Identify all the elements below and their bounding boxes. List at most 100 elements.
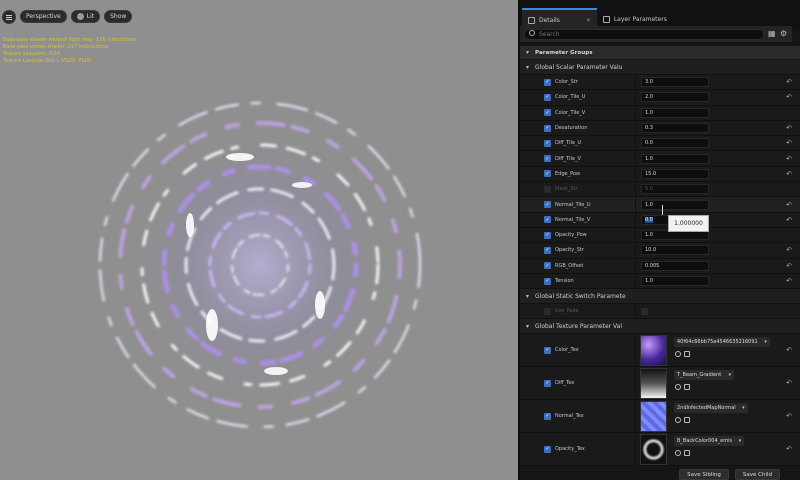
browse-icon[interactable] [684, 351, 690, 358]
browse-icon[interactable] [684, 384, 690, 391]
asset-picker-dropdown[interactable]: 2ndInfectedMapNormal [674, 403, 748, 414]
chevron-down-icon: ▾ [526, 292, 530, 300]
asset-picker-dropdown[interactable]: B_BackColor004_emis [674, 436, 745, 447]
reset-to-default-icon[interactable]: ↶ [786, 445, 792, 453]
asset-picker-dropdown[interactable]: 40f64c66bb75a4546635216091 [674, 337, 770, 348]
param-value-field[interactable]: 0.0 [641, 138, 709, 149]
asset-picker-dropdown[interactable]: T_Beam_Gradient [674, 370, 734, 381]
reset-to-default-icon[interactable]: ↶ [786, 216, 792, 224]
scalar-group-header[interactable]: ▾ Global Scalar Parameter Valu [520, 60, 800, 75]
reset-to-default-icon[interactable]: ↶ [786, 262, 792, 270]
gear-icon[interactable]: ⚙ [780, 30, 788, 38]
override-checkbox[interactable]: ✓ [544, 346, 551, 354]
browse-icon[interactable] [684, 450, 690, 457]
grid-view-icon[interactable]: ▦ [768, 30, 776, 38]
texture-thumbnail[interactable] [640, 335, 667, 367]
column-divider[interactable] [635, 166, 636, 182]
override-checkbox[interactable]: ✓ [544, 216, 551, 224]
column-divider[interactable] [635, 273, 636, 289]
override-checkbox[interactable]: ✓ [544, 93, 551, 101]
reset-to-default-icon[interactable]: ↶ [786, 246, 792, 254]
override-checkbox[interactable]: ✓ [544, 139, 551, 147]
override-checkbox[interactable]: ✓ [544, 124, 551, 132]
use-selected-icon[interactable] [675, 450, 681, 457]
column-divider[interactable] [635, 75, 636, 90]
save-sibling-button[interactable]: Save Sibling [679, 469, 729, 480]
reset-to-default-icon[interactable]: ↶ [786, 93, 792, 101]
column-divider[interactable] [635, 136, 636, 151]
lit-button[interactable]: Lit [70, 10, 101, 23]
switch-group-header[interactable]: ▾ Global Static Switch Paramete [520, 289, 800, 305]
search-input[interactable] [524, 28, 764, 40]
texture-thumbnail[interactable] [640, 401, 667, 433]
reset-to-default-icon[interactable]: ↶ [786, 277, 792, 285]
override-checkbox[interactable]: ✓ [544, 412, 551, 420]
param-value-field[interactable]: 1.0 [641, 107, 709, 118]
override-checkbox[interactable] [544, 185, 551, 193]
param-value-field[interactable]: 1.0 [641, 199, 709, 210]
param-value-field[interactable]: 3.0 [641, 77, 709, 88]
override-checkbox[interactable]: ✓ [544, 277, 551, 285]
column-divider[interactable] [635, 182, 636, 197]
param-value-field[interactable]: 1.0 [641, 153, 709, 164]
reset-to-default-icon[interactable]: ↶ [786, 201, 792, 209]
reset-to-default-icon[interactable]: ↶ [786, 78, 792, 86]
column-divider[interactable] [635, 212, 636, 227]
column-divider[interactable] [635, 90, 636, 105]
override-checkbox[interactable]: ✓ [544, 262, 551, 270]
perspective-button[interactable]: Perspective [20, 10, 67, 23]
shader-stats: Base pass shader without light map: 116 … [3, 37, 136, 65]
reset-to-default-icon[interactable]: ↶ [786, 170, 792, 178]
stat-line: Texture Lookups (Est.): VS(0), PS(8) [3, 58, 92, 64]
column-divider[interactable] [635, 197, 636, 212]
parameter-groups-header[interactable]: ▾ Parameter Groups [520, 46, 800, 60]
param-value-field[interactable]: 15.0 [641, 168, 709, 179]
column-divider[interactable] [635, 227, 636, 243]
switch-override-checkbox[interactable] [544, 307, 551, 315]
reset-to-default-icon[interactable]: ↶ [786, 124, 792, 132]
close-icon[interactable]: ✕ [586, 17, 591, 24]
reset-to-default-icon[interactable]: ↶ [786, 379, 792, 387]
override-checkbox[interactable]: ✓ [544, 170, 551, 178]
texture-thumbnail[interactable] [640, 368, 667, 400]
override-checkbox[interactable]: ✓ [544, 155, 551, 163]
param-value-field[interactable]: 1.0 [641, 276, 709, 286]
use-selected-icon[interactable] [675, 351, 681, 358]
reset-to-default-icon[interactable]: ↶ [786, 346, 792, 354]
use-selected-icon[interactable] [675, 384, 681, 391]
save-child-button[interactable]: Save Child [734, 469, 780, 480]
param-value-field[interactable]: 0.3 [641, 123, 709, 134]
viewport-menu-button[interactable] [2, 10, 16, 24]
column-divider[interactable] [635, 151, 636, 166]
override-checkbox[interactable]: ✓ [544, 201, 551, 209]
column-divider[interactable] [635, 258, 636, 273]
show-button[interactable]: Show [104, 10, 133, 23]
texture-group-header[interactable]: ▾ Global Texture Parameter Val [520, 319, 800, 335]
param-value-field[interactable]: 2.0 [641, 92, 709, 103]
reset-to-default-icon[interactable]: ↶ [786, 155, 792, 163]
override-checkbox[interactable]: ✓ [544, 379, 551, 387]
use-selected-icon[interactable] [675, 417, 681, 424]
column-divider[interactable] [635, 105, 636, 120]
viewport[interactable]: Perspective Lit Show Base pass shader wi… [0, 0, 518, 480]
column-divider[interactable] [635, 400, 636, 433]
override-checkbox[interactable]: ✓ [544, 445, 551, 453]
param-value-field[interactable]: 5.0 [641, 184, 709, 195]
reset-to-default-icon[interactable]: ↶ [786, 139, 792, 147]
column-divider[interactable] [635, 334, 636, 367]
param-value-field[interactable]: 0.005 [641, 260, 709, 271]
override-checkbox[interactable]: ✓ [544, 78, 551, 86]
override-checkbox[interactable]: ✓ [544, 246, 551, 254]
override-checkbox[interactable]: ✓ [544, 231, 551, 239]
param-value-field[interactable]: 10.0 [641, 245, 709, 256]
column-divider[interactable] [635, 304, 636, 319]
column-divider[interactable] [635, 433, 636, 466]
column-divider[interactable] [635, 367, 636, 400]
reset-to-default-icon[interactable]: ↶ [786, 412, 792, 420]
texture-thumbnail[interactable] [640, 434, 667, 466]
column-divider[interactable] [635, 120, 636, 136]
switch-value-checkbox[interactable] [641, 307, 648, 315]
override-checkbox[interactable]: ✓ [544, 109, 551, 117]
column-divider[interactable] [635, 243, 636, 258]
browse-icon[interactable] [684, 417, 690, 424]
